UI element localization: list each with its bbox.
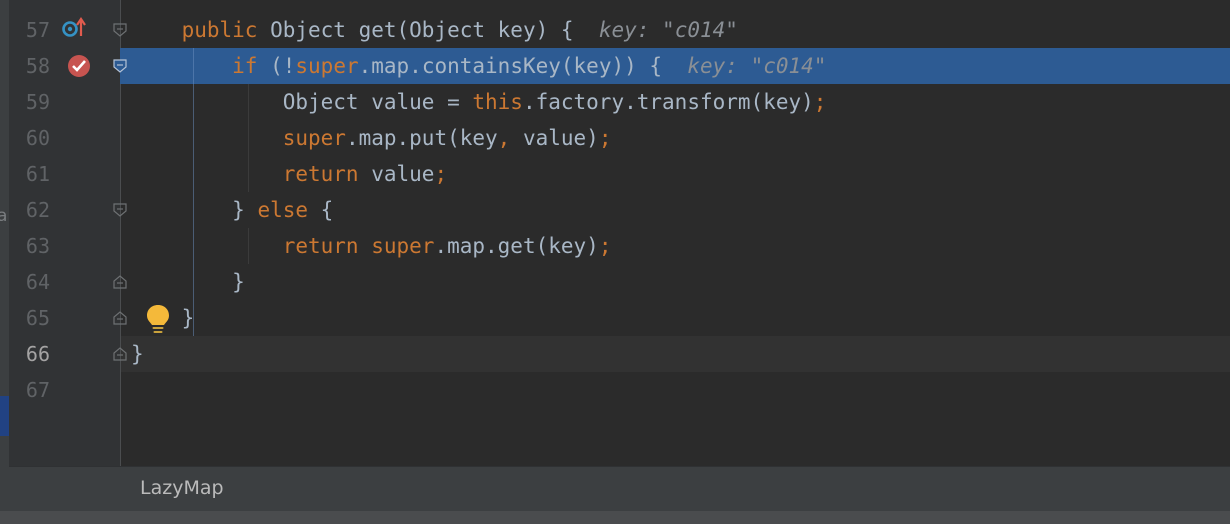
code-text: return super.map.get(key); [131, 228, 612, 264]
bottom-edge [0, 511, 1230, 524]
code-token: return super [282, 234, 435, 258]
line-number: 62 [25, 198, 50, 222]
code-token: super [282, 126, 346, 150]
fold-collapse-icon[interactable] [113, 203, 127, 217]
code-token: .map.containsKey(key)) { [358, 54, 688, 78]
code-line[interactable]: 65 } [0, 300, 1230, 336]
code-token: Object value = [131, 90, 473, 114]
code-line[interactable]: 58 if (!super.map.containsKey(key)) { ke… [0, 48, 1230, 84]
code-text: } [131, 264, 245, 300]
line-number: 58 [25, 54, 50, 78]
line-number: 60 [25, 126, 50, 150]
code-token: (! [270, 54, 296, 78]
code-token: value) [522, 126, 599, 150]
fold-end-icon[interactable] [113, 311, 127, 325]
code-token: } [131, 198, 258, 222]
code-token: public [181, 18, 271, 42]
code-text: } else { [131, 192, 333, 228]
code-text: } [131, 336, 144, 372]
inlay-hint: "c014" [662, 18, 738, 42]
code-text: Object value = this.factory.transform(ke… [131, 84, 827, 120]
line-number: 63 [25, 234, 50, 258]
code-token: return [282, 162, 372, 186]
inlay-hint: "c014" [750, 54, 827, 78]
code-token: Object get(Object key) { [270, 18, 599, 42]
code-token: .map.get(key) [434, 234, 599, 258]
inlay-hint: key: [598, 18, 663, 42]
intention-bulb-icon[interactable] [145, 303, 171, 335]
code-line[interactable]: 67 [0, 372, 1230, 408]
code-text: super.map.put(key, value); [131, 120, 612, 156]
code-token: ; [598, 126, 612, 150]
code-token: ; [598, 234, 612, 258]
code-token: value [371, 162, 435, 186]
code-token: } [131, 270, 245, 294]
fold-collapse-icon[interactable] [113, 23, 127, 37]
code-line[interactable]: 62 } else { [0, 192, 1230, 228]
line-number: 57 [25, 18, 50, 42]
override-method-icon[interactable] [60, 16, 88, 40]
code-text: return value; [131, 156, 447, 192]
line-number: 67 [25, 378, 50, 402]
code-line[interactable]: 66} [0, 336, 1230, 372]
code-token: if [232, 54, 271, 78]
breadcrumb-class[interactable]: LazyMap [140, 477, 224, 499]
code-token: .factory.transform(key) [522, 90, 814, 114]
code-token: { [320, 198, 334, 222]
breadcrumb-bar: LazyMap [9, 466, 1230, 511]
code-line[interactable]: 61 return value; [0, 156, 1230, 192]
line-number: 66 [25, 342, 50, 366]
fold-end-icon[interactable] [113, 347, 127, 361]
code-line[interactable]: 59 Object value = this.factory.transform… [0, 84, 1230, 120]
fold-end-icon[interactable] [113, 275, 127, 289]
inlay-hint: key: [687, 54, 751, 78]
code-token: this [472, 90, 523, 114]
code-text: if (!super.map.containsKey(key)) { key: … [131, 48, 826, 84]
code-token: ; [813, 90, 827, 114]
code-token: ; [434, 162, 448, 186]
code-line[interactable]: 60 super.map.put(key, value); [0, 120, 1230, 156]
code-line[interactable]: 63 return super.map.get(key); [0, 228, 1230, 264]
code-line[interactable]: 64 } [0, 264, 1230, 300]
code-token: , [497, 126, 523, 150]
code-line[interactable]: 57 public Object get(Object key) { key: … [0, 12, 1230, 48]
fold-collapse-icon[interactable] [113, 59, 127, 73]
breakpoint-icon[interactable] [66, 52, 94, 80]
line-number: 65 [25, 306, 50, 330]
code-text: public Object get(Object key) { key: "c0… [131, 12, 738, 48]
line-number: 64 [25, 270, 50, 294]
code-token: } [131, 342, 144, 366]
code-token: else [257, 198, 321, 222]
line-number: 59 [25, 90, 50, 114]
code-token: super [295, 54, 359, 78]
code-token: .map.put(key [345, 126, 498, 150]
line-number: 61 [25, 162, 50, 186]
